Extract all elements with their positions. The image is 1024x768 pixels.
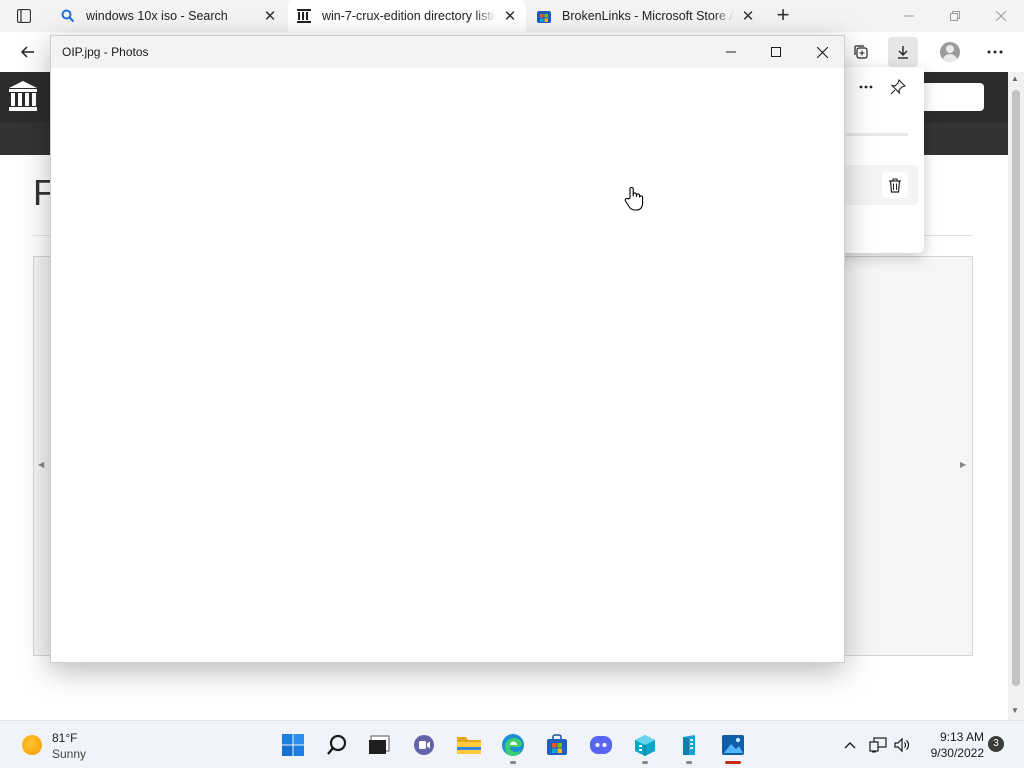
running-indicator: [686, 761, 692, 764]
tab-search[interactable]: windows 10x iso - Search ✕: [52, 0, 286, 32]
more-menu-icon[interactable]: [980, 37, 1010, 67]
clock-time[interactable]: 9:13 AM: [928, 730, 984, 744]
clock-date[interactable]: 9/30/2022: [916, 746, 984, 760]
app-cube-icon[interactable]: [629, 729, 661, 764]
chevron-up-icon[interactable]: [840, 735, 860, 755]
new-tab-button[interactable]: +: [772, 4, 794, 27]
tab-title: BrokenLinks - Microsoft Store Apps: [562, 9, 734, 23]
close-tab-icon[interactable]: ✕: [502, 8, 518, 25]
discord-icon[interactable]: [585, 729, 617, 761]
close-tab-icon[interactable]: ✕: [740, 8, 756, 25]
search-icon: [60, 8, 76, 24]
running-indicator: [510, 761, 516, 764]
taskbar: 81°F Sunny 9:13 AM 9/30/2022 3: [0, 720, 1024, 768]
scroll-left-icon[interactable]: ◀: [38, 460, 44, 469]
minimize-icon[interactable]: [708, 36, 754, 68]
download-item[interactable]: [836, 165, 918, 205]
weather-condition[interactable]: Sunny: [52, 747, 86, 761]
scroll-up-icon[interactable]: ▲: [1011, 74, 1019, 83]
page-scrollbar[interactable]: ▲ ▼: [1008, 72, 1024, 720]
browser-tab-strip: windows 10x iso - Search ✕ win-7-crux-ed…: [0, 0, 1024, 32]
minimize-browser-icon[interactable]: [886, 0, 932, 32]
network-icon[interactable]: [868, 735, 888, 755]
collections-icon[interactable]: [846, 37, 876, 67]
sun-icon[interactable]: [22, 735, 42, 755]
profile-avatar-icon[interactable]: [935, 37, 965, 67]
pin-icon[interactable]: [884, 73, 912, 101]
edge-icon[interactable]: [497, 729, 529, 764]
scrollbar-thumb[interactable]: [1012, 90, 1020, 686]
archive-org-icon: [296, 8, 312, 24]
file-explorer-window-icon[interactable]: [363, 729, 395, 761]
close-icon[interactable]: [799, 36, 845, 68]
window-title: OIP.jpg - Photos: [62, 45, 149, 59]
downloads-more-icon[interactable]: [852, 73, 880, 101]
scroll-down-icon[interactable]: ▼: [1011, 706, 1019, 715]
weather-temperature[interactable]: 81°F: [52, 731, 77, 745]
close-browser-icon[interactable]: [978, 0, 1024, 32]
microsoft-store-icon: [536, 8, 552, 24]
download-progress-bar: [846, 133, 908, 136]
tab-title: windows 10x iso - Search: [86, 9, 228, 23]
start-icon[interactable]: [277, 729, 309, 761]
tab-archive-directory[interactable]: win-7-crux-edition directory listing ✕: [288, 0, 526, 32]
close-tab-icon[interactable]: ✕: [262, 8, 278, 25]
tab-microsoft-store[interactable]: BrokenLinks - Microsoft Store Apps ✕: [528, 0, 764, 32]
downloads-icon[interactable]: [888, 37, 918, 67]
photos-icon[interactable]: [717, 729, 749, 764]
hand-cursor-icon: [624, 186, 644, 212]
restore-browser-icon[interactable]: [932, 0, 978, 32]
photos-title-bar[interactable]: OIP.jpg - Photos: [51, 36, 844, 68]
file-explorer-icon[interactable]: [453, 729, 485, 761]
app-building-icon[interactable]: [673, 729, 705, 764]
tab-actions-icon[interactable]: [12, 6, 36, 26]
tab-title: win-7-crux-edition directory listing: [322, 9, 496, 23]
archive-logo-icon[interactable]: [8, 80, 38, 112]
maximize-icon[interactable]: [753, 36, 799, 68]
scroll-right-icon[interactable]: ▶: [960, 460, 966, 469]
running-indicator: [725, 761, 741, 764]
search-icon[interactable]: [321, 729, 353, 761]
back-arrow-icon[interactable]: [13, 37, 43, 67]
photos-window: OIP.jpg - Photos: [50, 35, 845, 663]
teams-chat-icon[interactable]: [408, 729, 440, 761]
running-indicator: [642, 761, 648, 764]
notification-badge[interactable]: 3: [988, 736, 1004, 752]
photo-viewer-canvas[interactable]: [51, 68, 844, 662]
trash-icon[interactable]: [882, 172, 908, 198]
volume-icon[interactable]: [892, 735, 912, 755]
microsoft-store-icon[interactable]: [541, 729, 573, 761]
